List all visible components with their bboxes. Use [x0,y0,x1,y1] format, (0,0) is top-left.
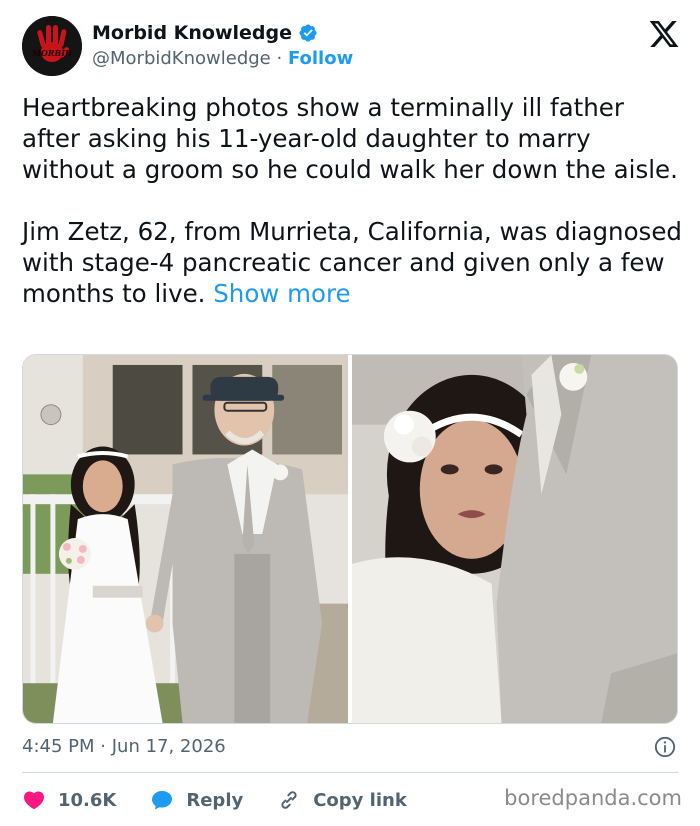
x-logo-icon[interactable] [648,18,680,50]
avatar[interactable]: MORBID [22,16,82,76]
tweet-actions: 10.6K Reply Copy link boredpanda.com [22,786,682,814]
author-handle[interactable]: @MorbidKnowledge [92,48,271,69]
daughter-crying-photo[interactable] [352,355,677,723]
tweet-paragraph-2: Jim Zetz, 62, from Murrieta, California,… [22,216,682,309]
tweet-time[interactable]: 4:45 PM [22,736,95,757]
boredpanda-watermark: boredpanda.com [504,786,682,810]
follow-button[interactable]: Follow [288,48,353,69]
likes-count: 10.6K [58,789,117,811]
tweet-meta: 4:45 PM · Jun 17, 2026 [22,736,678,760]
author-display-name[interactable]: Morbid Knowledge [92,22,292,44]
copy-link-button[interactable]: Copy link [277,788,407,812]
copy-link-label: Copy link [313,789,407,811]
like-button[interactable]: 10.6K [22,788,116,812]
tweet-date[interactable]: Jun 17, 2026 [112,736,226,757]
author-names: Morbid Knowledge @MorbidKnowledge · Foll… [92,20,353,72]
author-display-name-row[interactable]: Morbid Knowledge [92,20,353,46]
reply-label: Reply [186,789,244,811]
tweet-paragraph-1: Heartbreaking photos show a terminally i… [22,93,678,184]
wedding-walk-photo[interactable] [23,355,348,723]
tweet-header: MORBID Morbid Knowledge @MorbidKnowledge… [22,14,682,78]
verified-badge-icon [299,24,317,42]
divider [22,772,678,773]
handle-separator: · [276,48,283,69]
tweet-paragraph-2-text: Jim Zetz, 62, from Murrieta, California,… [22,217,682,308]
info-icon[interactable] [654,736,676,758]
heart-icon [23,791,45,810]
meta-separator: · [100,736,106,757]
avatar-logo-text: MORBID [31,48,72,58]
reply-button[interactable]: Reply [150,788,243,812]
red-handprint-logo: MORBID [22,16,82,76]
link-icon [281,791,297,809]
author-handle-row: @MorbidKnowledge · Follow [92,48,353,72]
show-more-link[interactable]: Show more [213,279,350,308]
reply-bubble-icon [152,791,173,810]
tweet-body: Heartbreaking photos show a terminally i… [22,92,682,309]
tweet-media [22,354,678,724]
